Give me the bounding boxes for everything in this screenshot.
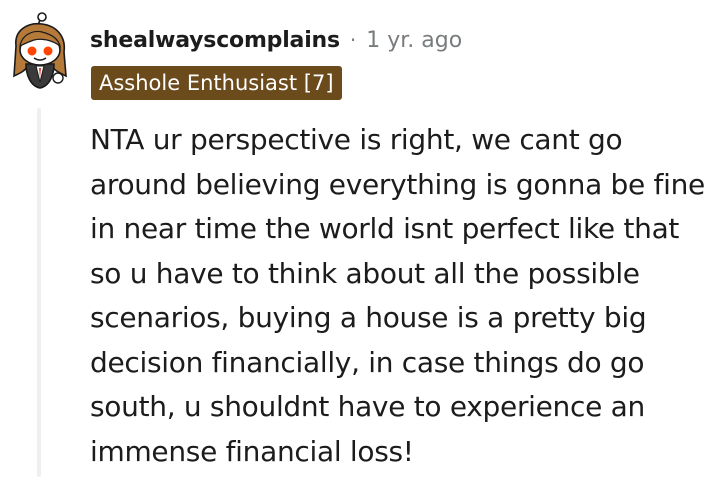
comment-meta: shealwayscomplains · 1 yr. ago [90,24,462,56]
thread-collapse-line[interactable] [37,108,41,477]
comment: shealwayscomplains · 1 yr. ago Asshole E… [0,0,723,477]
meta-separator: · [349,28,357,52]
user-avatar[interactable] [8,12,74,92]
comment-body-text: NTA ur perspective is right, we cant go … [90,123,705,468]
snoo-avatar-icon [13,12,67,89]
author-username[interactable]: shealwayscomplains [90,28,340,53]
comment-body: NTA ur perspective is right, we cant go … [90,118,718,474]
user-flair-badge: Asshole Enthusiast [7] [91,66,342,100]
comment-timestamp[interactable]: 1 yr. ago [366,28,462,53]
